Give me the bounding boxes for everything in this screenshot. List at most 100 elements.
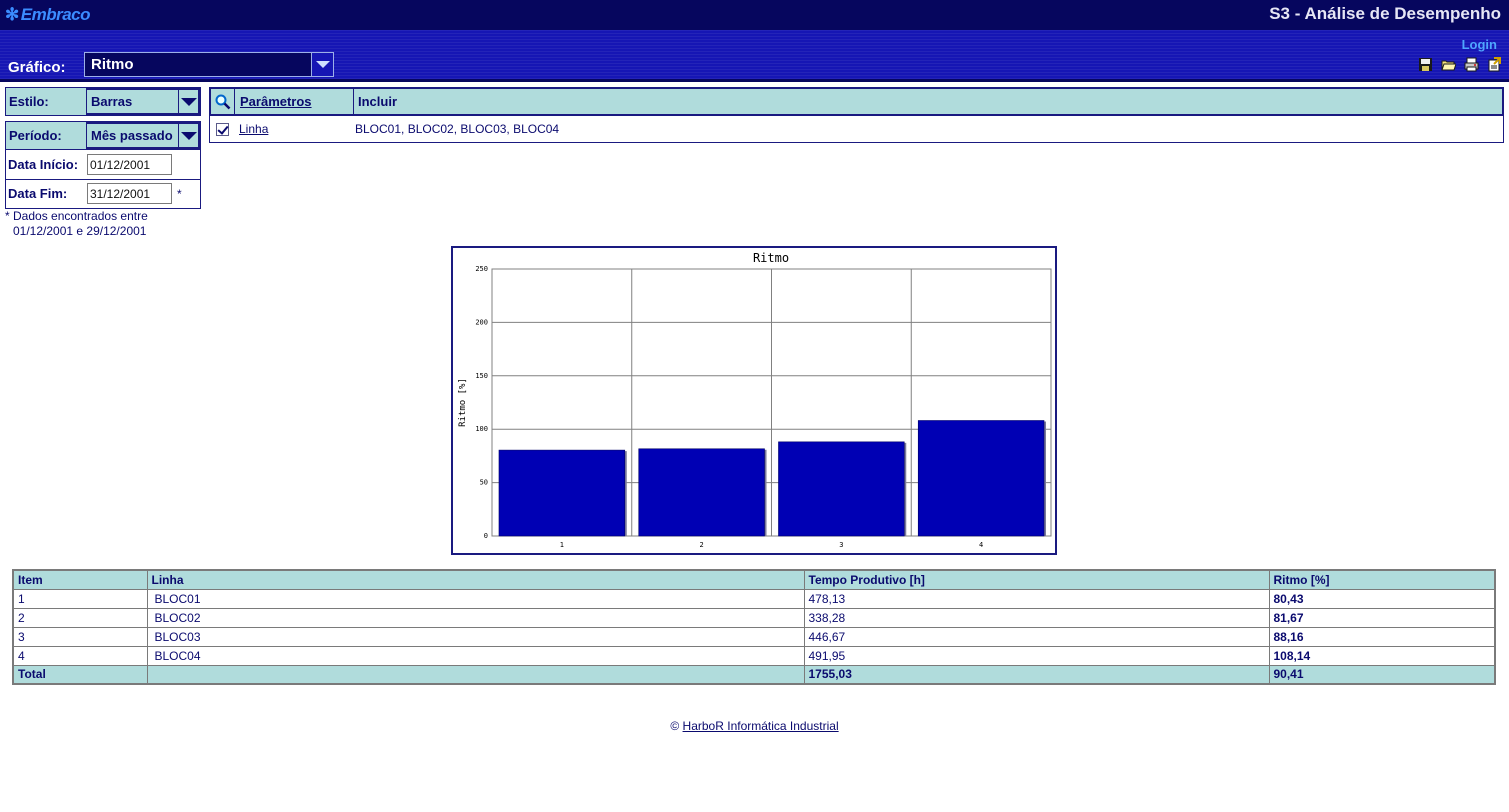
data-fim-label: Data Fim: — [8, 186, 68, 201]
cell-tempo: 338,28 — [803, 607, 1270, 628]
cell-tempo: 446,67 — [803, 626, 1270, 647]
cell-ritmo: 81,67 — [1268, 607, 1496, 628]
estilo-dropdown-button[interactable] — [178, 90, 198, 113]
app-title: S3 - Análise de Desempenho — [1269, 4, 1501, 23]
harbor-link[interactable]: HarboR Informática Industrial — [683, 719, 839, 733]
total-tempo: 1755,03 — [803, 664, 1270, 685]
graph-selector-bar: Login Gráfico: Ritmo — [0, 30, 1509, 82]
header-ritmo: Ritmo [%] — [1268, 569, 1496, 590]
y-tick-label: 100 — [475, 425, 488, 433]
cell-tempo: 491,95 — [803, 645, 1270, 666]
parameter-row-linha: Linha BLOC01, BLOC02, BLOC03, BLOC04 — [209, 116, 1504, 143]
data-inicio-label: Data Início: — [8, 157, 79, 172]
y-tick-label: 250 — [475, 265, 488, 273]
y-tick-label: 0 — [484, 532, 488, 540]
export-icon[interactable] — [1487, 57, 1502, 72]
parameters-header: Parâmetros Incluir — [209, 87, 1504, 116]
data-fim-row: Data Fim: * — [5, 179, 201, 209]
copyright-symbol: © — [670, 719, 680, 733]
total-ritmo: 90,41 — [1268, 664, 1496, 685]
parameter-checkbox-cell — [210, 122, 234, 136]
chevron-down-icon — [180, 131, 197, 140]
table-row: 1 BLOC01 478,13 80,43 — [12, 588, 1496, 609]
save-icon[interactable] — [1418, 57, 1433, 72]
parameters-table: Parâmetros Incluir Linha BLOC01, BLOC02,… — [209, 87, 1504, 143]
x-tick-label: 1 — [560, 541, 564, 549]
linha-included-values: BLOC01, BLOC02, BLOC03, BLOC04 — [355, 122, 560, 136]
x-tick-label: 4 — [979, 541, 983, 549]
header-linha: Linha — [146, 569, 805, 590]
bar — [498, 449, 626, 537]
bar — [917, 420, 1045, 537]
periodo-filter: Período: Mês passado — [5, 121, 201, 150]
estilo-select[interactable]: Barras — [87, 88, 200, 115]
embraco-logo-icon: ✻ — [5, 5, 19, 24]
cell-tempo: 478,13 — [803, 588, 1270, 609]
chart-title: Ritmo — [753, 251, 789, 265]
chevron-down-icon — [180, 97, 197, 106]
note-line-2: 01/12/2001 e 29/12/2001 — [13, 224, 147, 238]
y-axis-label: Ritmo [%] — [458, 378, 468, 427]
top-banner: ✻ Embraco S3 - Análise de Desempenho — [0, 0, 1509, 30]
total-label: Total — [12, 664, 148, 685]
ritmo-chart: 0 50 100 150 200 250 1 2 3 4 Ritmo Ritmo [%] — [451, 246, 1057, 555]
grafico-label: Gráfico: — [8, 59, 66, 76]
incluir-header: Incluir — [358, 94, 398, 109]
table-row: 3 BLOC03 446,67 88,16 — [12, 626, 1496, 647]
open-folder-icon[interactable] — [1441, 57, 1456, 72]
bar — [778, 441, 905, 537]
cell-ritmo: 108,14 — [1268, 645, 1496, 666]
cell-linha: BLOC01 — [146, 588, 805, 609]
cell-item: 4 — [12, 645, 148, 666]
table-row: 2 BLOC02 338,28 81,67 — [12, 607, 1496, 628]
table-row: 4 BLOC04 491,95 108,14 — [12, 645, 1496, 666]
data-inicio-input[interactable] — [87, 154, 172, 175]
total-row: Total 1755,03 90,41 — [12, 664, 1496, 685]
periodo-select[interactable]: Mês passado — [87, 122, 200, 149]
cell-ritmo: 88,16 — [1268, 626, 1496, 647]
estilo-label: Estilo: — [6, 88, 87, 115]
cell-linha: BLOC02 — [146, 607, 805, 628]
search-button[interactable] — [211, 89, 235, 114]
x-tick-label: 2 — [700, 541, 704, 549]
toolbar-icons — [1418, 57, 1502, 72]
data-range-note: * Dados encontrados entre 01/12/2001 e 2… — [5, 209, 148, 239]
results-header-row: Item Linha Tempo Produtivo [h] Ritmo [%] — [12, 569, 1496, 590]
total-linha — [146, 664, 805, 685]
cell-item: 3 — [12, 626, 148, 647]
header-item: Item — [12, 569, 148, 590]
cell-ritmo: 80,43 — [1268, 588, 1496, 609]
results-table: Item Linha Tempo Produtivo [h] Ritmo [%]… — [12, 569, 1496, 685]
print-icon[interactable] — [1464, 57, 1479, 72]
periodo-label: Período: — [6, 122, 87, 149]
header-tempo-produtivo: Tempo Produtivo [h] — [803, 569, 1270, 590]
search-icon — [215, 94, 230, 109]
y-tick-label: 50 — [480, 479, 488, 487]
data-fim-marker: * — [177, 186, 182, 201]
linha-parameter-link[interactable]: Linha — [234, 122, 353, 136]
y-tick-label: 200 — [475, 318, 488, 326]
footer: © HarboR Informática Industrial — [0, 719, 1509, 733]
note-line-1: * Dados encontrados entre — [5, 209, 148, 223]
login-link[interactable]: Login — [1462, 37, 1497, 52]
estilo-value: Barras — [91, 94, 133, 109]
logo-text: Embraco — [20, 5, 91, 24]
parametros-header-link[interactable]: Parâmetros — [235, 89, 354, 114]
grafico-selected-value: Ritmo — [91, 56, 134, 73]
grafico-select[interactable]: Ritmo — [84, 52, 334, 77]
periodo-dropdown-button[interactable] — [178, 124, 198, 147]
data-inicio-row: Data Início: — [5, 150, 201, 180]
bar — [638, 448, 765, 537]
estilo-filter: Estilo: Barras — [5, 87, 201, 116]
linha-checkbox[interactable] — [215, 122, 229, 136]
periodo-value: Mês passado — [91, 128, 173, 143]
cell-item: 1 — [12, 588, 148, 609]
ritmo-chart-svg: 0 50 100 150 200 250 1 2 3 4 Ritmo Ritmo [%] — [458, 251, 1052, 549]
data-fim-input[interactable] — [87, 183, 172, 204]
y-tick-label: 150 — [475, 372, 488, 380]
cell-linha: BLOC04 — [146, 645, 805, 666]
embraco-logo: ✻ Embraco — [5, 5, 91, 25]
x-tick-label: 3 — [839, 541, 843, 549]
grafico-dropdown-button[interactable] — [311, 53, 333, 76]
chevron-down-icon — [315, 61, 330, 68]
